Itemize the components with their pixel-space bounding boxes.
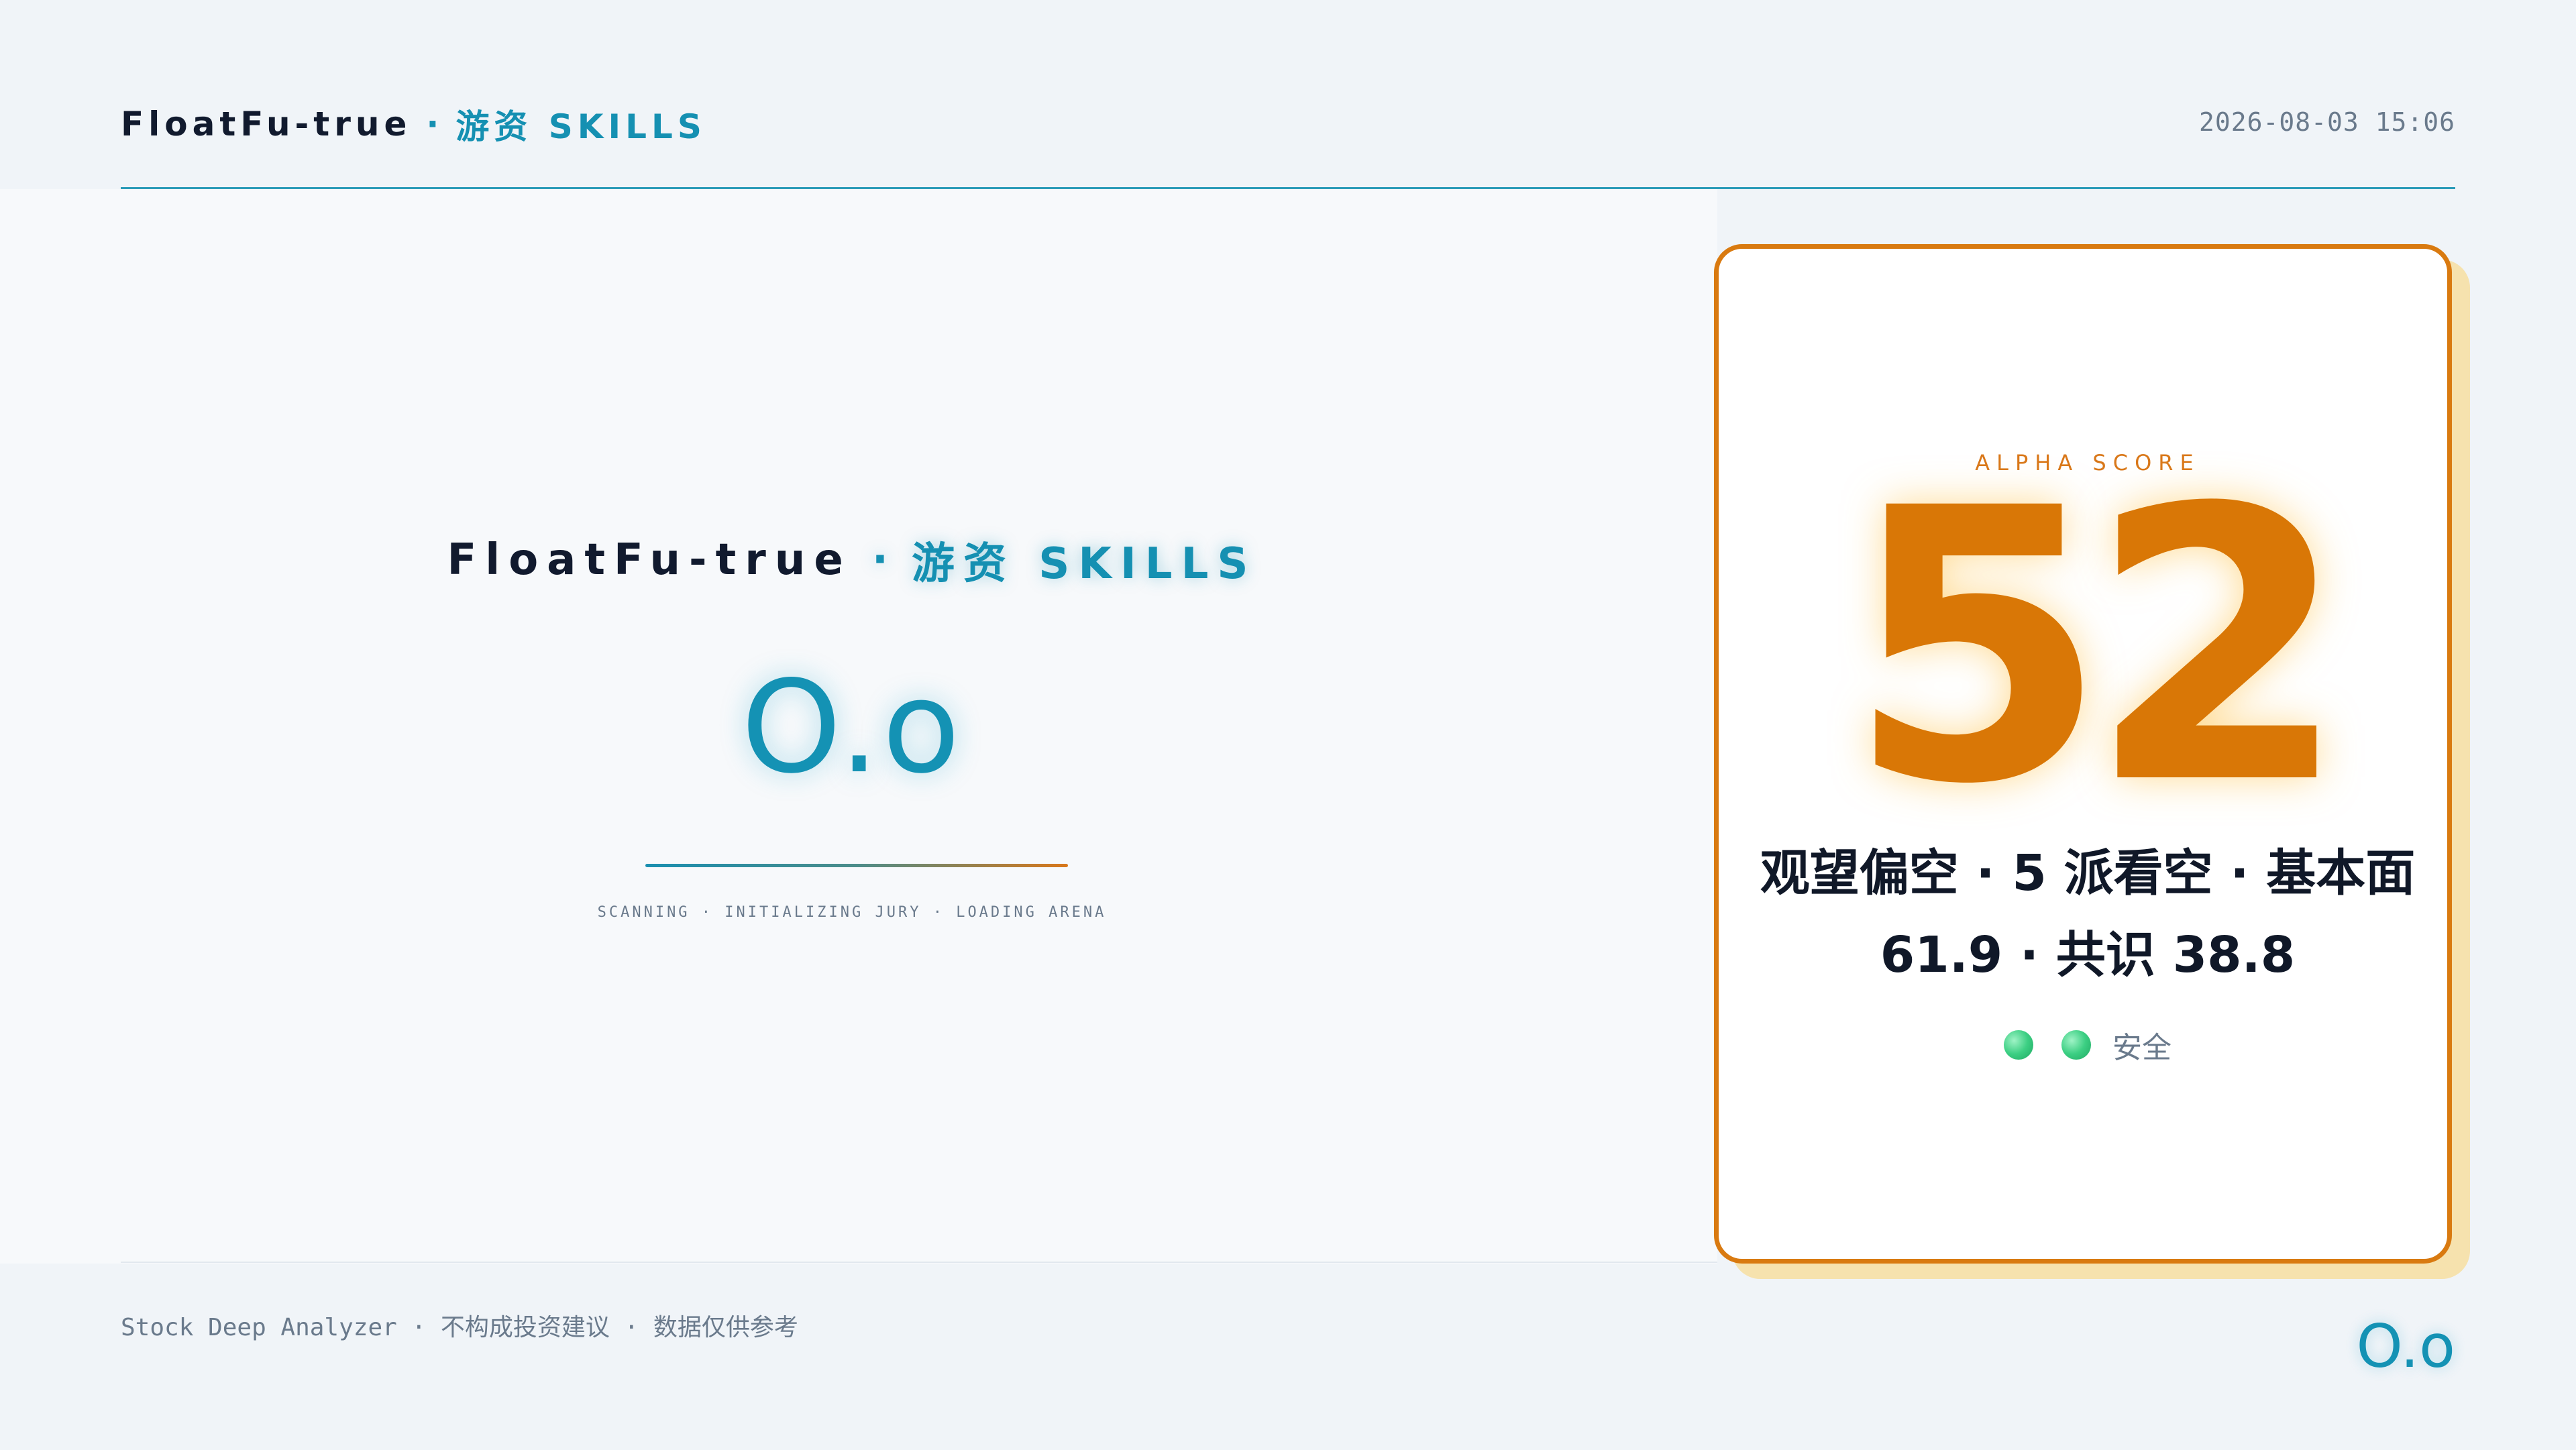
footer-logo: O.o — [2356, 1312, 2455, 1381]
alpha-score-value: 52 — [1846, 429, 2349, 867]
footer-disclaimer: Stock Deep Analyzer · 不构成投资建议 · 数据仅供参考 — [121, 1314, 798, 1341]
brand-suffix: 游资 SKILLS — [455, 107, 706, 146]
splash-title: FloatFu-true · 游资 SKILLS — [0, 530, 1704, 590]
splash-logo: O.o — [741, 653, 963, 801]
score-card: ALPHA SCORE 52 观望偏空 · 5 派看空 · 基本面 61.9 ·… — [1714, 244, 2452, 1264]
status-dot-icon — [2061, 1030, 2091, 1060]
safety-status: 安全 — [1719, 1023, 2457, 1066]
splash-title-suffix: 游资 SKILLS — [912, 539, 1257, 589]
brand-name: FloatFu-true — [121, 105, 412, 144]
splash-title-name: FloatFu-true — [447, 535, 852, 585]
page: FloatFu-true · 游资 SKILLS 2026-08-03 15:0… — [0, 0, 2576, 1450]
score-card-summary: 观望偏空 · 5 派看空 · 基本面 61.9 · 共识 38.8 — [1746, 832, 2430, 996]
header-timestamp: 2026-08-03 15:06 — [2198, 107, 2455, 137]
brand-separator: · — [426, 105, 444, 144]
main-panel-divider — [121, 1262, 1717, 1263]
status-dot-icon — [2004, 1030, 2033, 1060]
loading-progress-bar — [645, 864, 1068, 867]
safety-status-label: 安全 — [2112, 1031, 2171, 1065]
splash-title-separator: · — [871, 535, 898, 585]
loading-status-text: SCANNING · INITIALIZING JURY · LOADING A… — [597, 904, 1107, 921]
summary-line-2: 61.9 · 共识 38.8 — [1880, 926, 2296, 984]
header-brand: FloatFu-true · 游资 SKILLS — [121, 101, 706, 148]
summary-line-1: 观望偏空 · 5 派看空 · 基本面 — [1760, 844, 2416, 902]
